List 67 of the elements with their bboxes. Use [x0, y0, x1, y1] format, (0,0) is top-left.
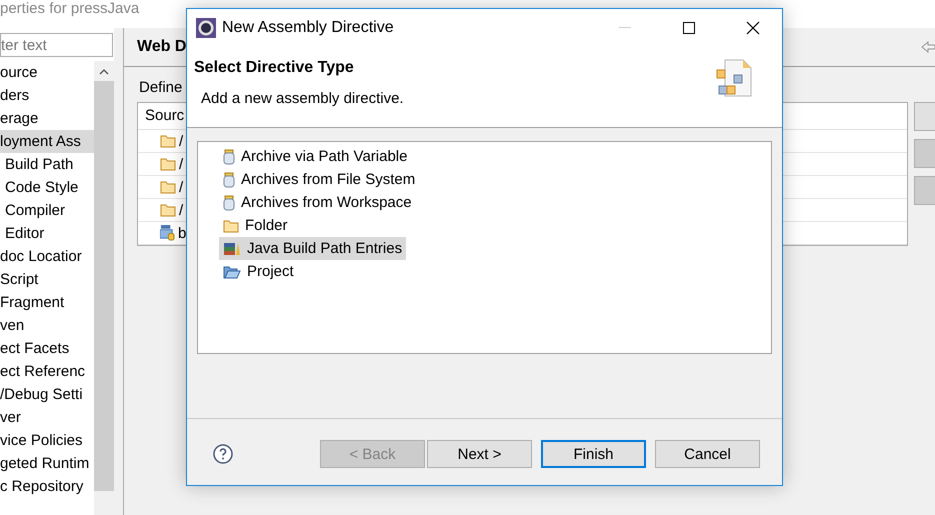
- folder-icon: [223, 218, 239, 232]
- page-title: Web D: [137, 38, 186, 56]
- side-button[interactable]: [914, 102, 935, 131]
- jar-icon: [223, 172, 235, 188]
- tree-item[interactable]: ect Facets: [0, 337, 94, 360]
- tree-item[interactable]: Script: [0, 268, 94, 291]
- folder-icon: [160, 203, 176, 217]
- dialog-heading: Select Directive Type: [194, 59, 355, 77]
- library-icon: [160, 225, 175, 241]
- list-item-label: Java Build Path Entries: [247, 240, 402, 257]
- diagram-document-icon: [716, 59, 752, 97]
- description-text: Define: [139, 79, 184, 96]
- tree-item[interactable]: ect Referenc: [0, 360, 94, 383]
- table-cell: /: [179, 178, 184, 196]
- tree-item[interactable]: ver: [0, 406, 94, 429]
- list-item[interactable]: Archives from File System: [219, 168, 420, 191]
- tree-item[interactable]: geted Runtim: [0, 452, 94, 475]
- list-item[interactable]: Java Build Path Entries: [219, 237, 406, 260]
- tree-item[interactable]: ders: [0, 84, 94, 107]
- tree-item[interactable]: Editor: [0, 222, 94, 245]
- side-button[interactable]: [914, 139, 935, 168]
- maximize-icon[interactable]: [683, 22, 695, 34]
- tree-item[interactable]: vice Policies: [0, 429, 94, 452]
- minimize-icon[interactable]: [619, 27, 631, 29]
- list-item[interactable]: Archive via Path Variable: [219, 145, 412, 168]
- close-icon[interactable]: [746, 21, 760, 35]
- tree-item[interactable]: doc Locatior: [0, 245, 94, 268]
- dialog-button[interactable]: Finish: [541, 440, 646, 468]
- window-title: perties for pressJava: [0, 0, 140, 19]
- dialog-button[interactable]: Next >: [427, 440, 532, 468]
- folder-icon: [160, 157, 176, 171]
- tree-item[interactable]: ven: [0, 314, 94, 337]
- tree-item[interactable]: Code Style: [0, 176, 94, 199]
- scrollbar-thumb[interactable]: [94, 81, 114, 491]
- tree-item[interactable]: Compiler: [0, 199, 94, 222]
- tree-item[interactable]: ource: [0, 61, 94, 84]
- table-cell: /: [179, 132, 184, 150]
- list-item-label: Archive via Path Variable: [241, 148, 408, 165]
- folder-icon: [160, 134, 176, 148]
- tree-item[interactable]: loyment Ass: [0, 130, 94, 153]
- tree-item[interactable]: Build Path: [0, 153, 94, 176]
- table-cell: /: [179, 156, 184, 172]
- list-item[interactable]: Project: [219, 260, 298, 283]
- help-icon[interactable]: [213, 444, 233, 464]
- tree-item[interactable]: erage: [0, 107, 94, 130]
- list-item[interactable]: Folder: [219, 214, 292, 237]
- tree-item[interactable]: /Debug Setti: [0, 383, 94, 406]
- table-cell: /: [179, 202, 184, 218]
- list-item-label: Archives from Workspace: [241, 194, 412, 211]
- tree-item[interactable]: Fragment: [0, 291, 94, 314]
- list-item-label: Folder: [245, 217, 288, 234]
- jar-icon: [223, 148, 235, 164]
- dialog-title: New Assembly Directive: [222, 19, 395, 37]
- open-folder-icon: [223, 264, 241, 278]
- dialog-button[interactable]: Cancel: [655, 440, 760, 468]
- filter-field[interactable]: ter text: [0, 33, 113, 57]
- folder-icon: [160, 180, 176, 194]
- jar-icon: [223, 194, 235, 210]
- scroll-up-icon[interactable]: [99, 69, 109, 75]
- list-item-label: Project: [247, 263, 294, 280]
- tree-item[interactable]: c Repository: [0, 475, 94, 498]
- list-item[interactable]: Archives from Workspace: [219, 191, 416, 214]
- books-icon: [223, 242, 241, 256]
- side-button[interactable]: [914, 176, 935, 205]
- back-arrow-icon[interactable]: [921, 41, 935, 53]
- list-item-label: Archives from File System: [241, 171, 416, 188]
- table-cell: b: [178, 224, 186, 242]
